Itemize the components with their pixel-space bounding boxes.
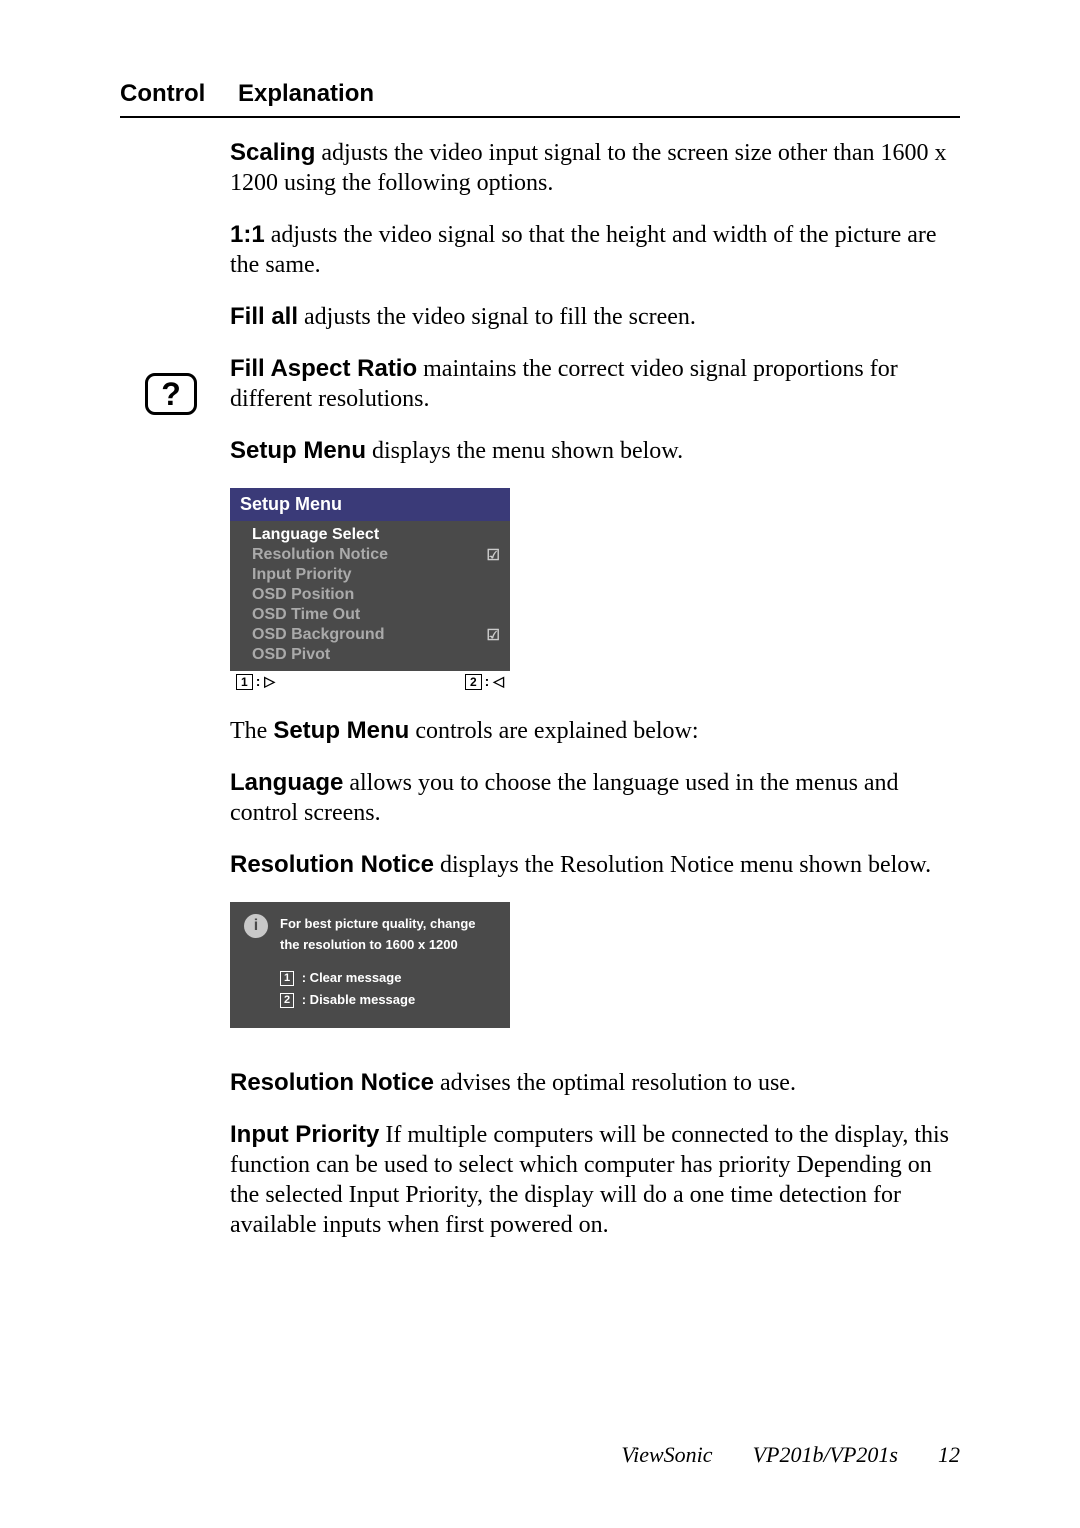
footer-model: VP201b/VP201s [753,1442,898,1468]
osd-item-label: OSD Background [252,626,384,644]
fill-all-text: adjusts the video signal to fill the scr… [298,304,696,330]
osd-item-osd-pivot: OSD Pivot [252,645,500,665]
notice-action-clear: 1 : Clear message [280,970,496,986]
fill-aspect-term: Fill Aspect Ratio [230,355,417,382]
enter-arrow-icon: : ▷ [256,673,275,689]
resolution-notice-intro-paragraph: Resolution Notice displays the Resolutio… [230,850,960,880]
osd-item-resolution-notice: Resolution Notice ☑ [252,545,500,565]
exit-arrow-icon: : ◁ [485,673,504,689]
notice-action-disable: 2 : Disable message [280,992,496,1008]
notice-message: For best picture quality, change the res… [280,914,476,956]
osd-item-osd-background: OSD Background ☑ [252,625,500,645]
setup-intro-paragraph: Setup Menu displays the menu shown below… [230,436,960,466]
one-one-term: 1:1 [230,221,265,248]
osd-footer-left: 1: ▷ [236,673,275,690]
resolution-notice-expl-term: Resolution Notice [230,1069,434,1096]
notice-action-disable-label: : Disable message [298,992,415,1007]
fill-all-paragraph: Fill all adjusts the video signal to fil… [230,302,960,332]
key-2-icon: 2 [465,674,482,690]
fill-all-term: Fill all [230,303,298,330]
scaling-paragraph: Scaling adjusts the video input signal t… [230,138,960,198]
osd-item-input-priority: Input Priority [252,565,500,585]
notice-top: i For best picture quality, change the r… [244,914,496,956]
control-icon-cell: ? [145,373,197,415]
osd-item-language-select: Language Select [252,525,500,545]
osd-list: Language Select Resolution Notice ☑ Input… [230,521,510,671]
notice-line-2: the resolution to 1600 x 1200 [280,935,476,956]
one-one-paragraph: 1:1 adjusts the video signal so that the… [230,220,960,280]
document-page: Control Explanation ? Scaling adjusts th… [0,0,1080,1322]
fill-aspect-paragraph: Fill Aspect Ratio maintains the correct … [230,354,960,414]
scaling-term: Scaling [230,139,315,166]
check-icon: ☑ [487,546,500,564]
explanation-column: Scaling adjusts the video input signal t… [230,138,960,1240]
language-term: Language [230,769,343,796]
check-icon: ☑ [487,626,500,644]
key-2-icon: 2 [280,993,294,1008]
question-mark-icon: ? [145,373,197,415]
osd-item-label: Language Select [252,526,379,544]
resolution-notice-intro-text: displays the Resolution Notice menu show… [434,852,931,878]
resolution-notice-expl-text: advises the optimal resolution to use. [434,1070,796,1096]
osd-item-label: OSD Time Out [252,606,360,624]
after-setup-pre: The [230,718,273,744]
osd-item-label: OSD Position [252,586,354,604]
key-1-icon: 1 [280,971,294,986]
key-1-icon: 1 [236,674,253,690]
setup-intro-term: Setup Menu [230,437,366,464]
osd-footer: 1: ▷ 2: ◁ [230,671,510,692]
osd-item-osd-time-out: OSD Time Out [252,605,500,625]
resolution-notice-expl-paragraph: Resolution Notice advises the optimal re… [230,1068,960,1098]
osd-title: Setup Menu [230,488,510,521]
resolution-notice-intro-term: Resolution Notice [230,851,434,878]
header-control: Control [120,80,210,108]
input-priority-paragraph: Input Priority If multiple computers wil… [230,1120,960,1240]
after-setup-term: Setup Menu [273,717,409,744]
footer-page-number: 12 [938,1442,960,1468]
osd-item-osd-position: OSD Position [252,585,500,605]
osd-item-label: OSD Pivot [252,646,330,664]
resolution-notice-osd: i For best picture quality, change the r… [230,902,510,1028]
page-footer: ViewSonic VP201b/VP201s 12 [621,1442,960,1468]
osd-item-label: Input Priority [252,566,352,584]
footer-brand: ViewSonic [621,1442,712,1468]
notice-line-1: For best picture quality, change [280,914,476,935]
input-priority-term: Input Priority [230,1121,379,1148]
setup-menu-osd: Setup Menu Language Select Resolution No… [230,488,510,692]
one-one-text: adjusts the video signal so that the hei… [230,222,937,278]
osd-item-label: Resolution Notice [252,546,388,564]
notice-action-clear-label: : Clear message [298,970,401,985]
header-explanation: Explanation [238,80,374,108]
notice-actions: 1 : Clear message 2 : Disable message [244,970,496,1008]
osd-footer-right: 2: ◁ [465,673,504,690]
info-icon: i [244,914,268,938]
after-setup-paragraph: The Setup Menu controls are explained be… [230,716,960,746]
scaling-text: adjusts the video input signal to the sc… [230,140,947,196]
language-paragraph: Language allows you to choose the langua… [230,768,960,828]
setup-intro-text: displays the menu shown below. [366,438,683,464]
after-setup-post: controls are explained below: [409,718,698,744]
table-header: Control Explanation [120,80,960,118]
